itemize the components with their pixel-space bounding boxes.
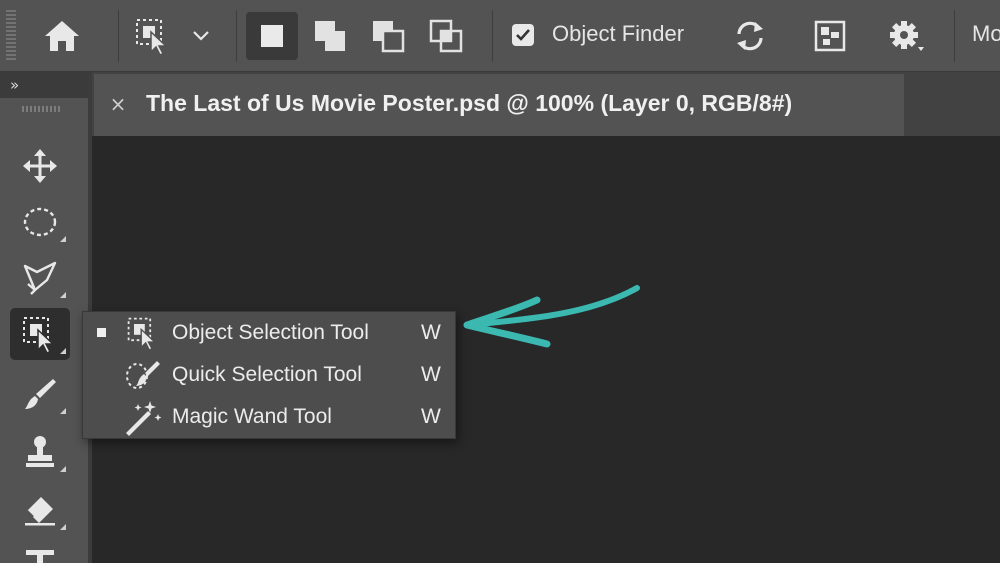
polygonal-lasso-icon (21, 260, 59, 296)
mode-label[interactable]: Mo (972, 21, 1000, 47)
object-selection-icon (20, 314, 60, 354)
add-to-selection-icon (313, 19, 347, 53)
brush-icon (22, 376, 58, 412)
magic-wand-icon (123, 396, 163, 438)
document-title: The Last of Us Movie Poster.psd @ 100% (… (146, 90, 793, 116)
object-selection-icon (133, 16, 173, 56)
menu-item-magic-wand-tool[interactable]: Magic Wand Tool W (83, 396, 455, 438)
tool-preset-button[interactable] (128, 12, 178, 60)
tool-group-indicator (60, 466, 66, 472)
options-divider (118, 10, 119, 62)
options-divider (492, 10, 493, 62)
selected-bullet-icon (97, 328, 106, 337)
type-icon (23, 548, 57, 563)
intersect-selection-button[interactable] (420, 12, 472, 60)
stamp-icon (22, 434, 58, 470)
close-tab-icon[interactable]: × (106, 92, 130, 116)
tools-panel-grip[interactable] (22, 106, 62, 112)
menu-item-object-selection-tool[interactable]: Object Selection Tool W (83, 312, 455, 354)
menu-item-quick-selection-tool[interactable]: Quick Selection Tool W (83, 354, 455, 396)
marquee-tool-button[interactable] (10, 196, 70, 248)
new-selection-button[interactable] (246, 12, 298, 60)
refresh-object-finder-button[interactable] (724, 12, 776, 60)
gear-icon (886, 17, 926, 55)
intersect-selection-icon (429, 19, 463, 53)
selection-tools-flyout: Object Selection Tool W Quick Selection … (82, 311, 456, 439)
brush-tool-button[interactable] (10, 368, 70, 420)
object-finder-settings-button[interactable] (880, 12, 932, 60)
expand-panel-icon[interactable]: » (10, 76, 19, 94)
move-icon (22, 148, 58, 184)
tool-group-indicator (60, 408, 66, 414)
quick-selection-icon (123, 354, 163, 396)
checkbox-checked-icon (512, 24, 534, 46)
tool-group-indicator (60, 236, 66, 242)
tools-panel-header: » (0, 72, 88, 98)
tools-panel: » (0, 72, 90, 563)
elliptical-marquee-icon (22, 205, 58, 239)
clone-stamp-tool-button[interactable] (10, 426, 70, 478)
move-tool-button[interactable] (10, 140, 70, 192)
options-divider (236, 10, 237, 62)
tool-group-indicator (60, 348, 66, 354)
menu-item-label: Magic Wand Tool (172, 405, 332, 428)
annotation-arrow (463, 285, 640, 348)
tool-group-indicator (60, 292, 66, 298)
menu-item-shortcut: W (421, 363, 441, 386)
options-bar: Object Finder Mo (0, 0, 1000, 72)
tool-group-indicator (60, 524, 66, 530)
subtract-from-selection-icon (371, 19, 405, 53)
tool-preset-dropdown[interactable] (184, 12, 218, 60)
new-selection-icon (259, 23, 285, 49)
menu-item-shortcut: W (421, 405, 441, 428)
menu-item-label: Quick Selection Tool (172, 363, 362, 386)
refresh-icon (732, 19, 768, 53)
home-icon (43, 19, 81, 53)
lasso-tool-button[interactable] (10, 252, 70, 304)
menu-item-shortcut: W (421, 321, 441, 344)
object-selection-tool-button[interactable] (10, 308, 70, 360)
options-divider (954, 10, 955, 62)
menu-item-label: Object Selection Tool (172, 321, 369, 344)
type-tool-button[interactable] (10, 540, 70, 563)
eraser-tool-button[interactable] (10, 484, 70, 536)
eraser-icon (21, 493, 59, 527)
object-finder-checkbox[interactable] (510, 22, 536, 48)
object-selection-icon (123, 312, 163, 354)
object-finder-label[interactable]: Object Finder (552, 21, 684, 47)
options-bar-grip[interactable] (6, 10, 16, 60)
home-button[interactable] (36, 12, 88, 60)
chevron-down-icon (192, 30, 210, 42)
subtract-from-selection-button[interactable] (362, 12, 414, 60)
show-all-objects-icon (814, 20, 846, 52)
show-all-objects-button[interactable] (804, 12, 856, 60)
add-to-selection-button[interactable] (304, 12, 356, 60)
